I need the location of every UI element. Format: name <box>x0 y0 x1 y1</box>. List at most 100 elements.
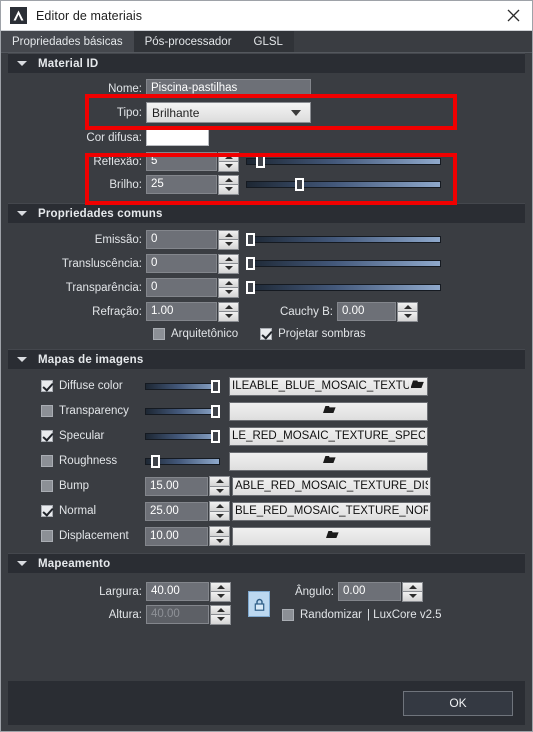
transparency-checkbox[interactable] <box>41 405 53 417</box>
arquitetonico-checkbox[interactable] <box>153 328 165 340</box>
diffuse-color-path-button[interactable]: ILEABLE_BLUE_MOSAIC_TEXTURE.jpg <box>229 376 428 396</box>
stepper-up-icon[interactable] <box>218 174 239 185</box>
slider-thumb[interactable] <box>211 404 220 418</box>
slider-thumb[interactable] <box>246 233 255 246</box>
bump-checkbox[interactable] <box>41 480 53 492</box>
stepper-up-icon[interactable] <box>218 151 239 162</box>
transparency-path-button[interactable] <box>229 401 428 421</box>
tipo-dropdown[interactable]: Brilhante <box>146 102 311 123</box>
specular-path-button[interactable]: LE_RED_MOSAIC_TEXTURE_SPECULAR.j <box>229 426 428 446</box>
stepper-down-icon[interactable] <box>218 240 239 250</box>
transparency-slider[interactable] <box>145 404 220 418</box>
transluscencia-slider[interactable] <box>246 257 441 270</box>
stepper-down-icon[interactable] <box>210 615 231 625</box>
nome-input[interactable]: Piscina-pastilhas <box>146 79 311 98</box>
stepper-down-icon[interactable] <box>402 592 423 602</box>
ok-button[interactable]: OK <box>403 690 513 716</box>
slider-thumb[interactable] <box>255 155 265 168</box>
section-header-mapeamento[interactable]: Mapeamento <box>8 553 525 573</box>
stepper-down-icon[interactable] <box>209 511 230 521</box>
stepper-down-icon[interactable] <box>397 312 418 322</box>
stepper-up-icon[interactable] <box>218 229 239 240</box>
brilho-stepper[interactable] <box>218 174 239 195</box>
stepper-down-icon[interactable] <box>210 592 231 602</box>
slider-thumb[interactable] <box>211 379 220 393</box>
stepper-down-icon[interactable] <box>209 486 230 496</box>
roughness-checkbox[interactable] <box>41 455 53 467</box>
tab-glsl[interactable]: GLSL <box>242 31 294 52</box>
displacement-input[interactable]: 10.00 <box>145 526 208 546</box>
stepper-up-icon[interactable] <box>402 581 423 592</box>
diffuse-color-checkbox[interactable] <box>41 380 53 392</box>
stepper-up-icon[interactable] <box>218 277 239 288</box>
stepper-up-icon[interactable] <box>209 526 230 537</box>
cor-difusa-swatch[interactable] <box>146 129 209 146</box>
angulo-input[interactable]: 0.00 <box>338 582 401 601</box>
collapse-caret-icon[interactable] <box>17 357 27 362</box>
randomizar-checkbox[interactable] <box>282 609 294 621</box>
stepper-up-icon[interactable] <box>210 604 231 615</box>
stepper-down-icon[interactable] <box>218 312 239 322</box>
collapse-caret-icon[interactable] <box>17 61 27 66</box>
section-header-material-id[interactable]: Material ID <box>8 53 525 73</box>
transluscencia-input[interactable]: 0 <box>146 254 217 273</box>
slider-thumb[interactable] <box>211 429 220 443</box>
emissao-slider[interactable] <box>246 233 441 246</box>
displacement-path-button[interactable] <box>232 526 431 546</box>
section-header-propriedades-comuns[interactable]: Propriedades comuns <box>8 203 525 223</box>
bump-path-button[interactable]: ABLE_RED_MOSAIC_TEXTURE_DISP.jpg <box>232 476 431 496</box>
normal-stepper[interactable] <box>209 501 230 521</box>
stepper-down-icon[interactable] <box>218 264 239 274</box>
refracao-input[interactable]: 1.00 <box>146 302 217 321</box>
collapse-caret-icon[interactable] <box>17 211 27 216</box>
stepper-up-icon[interactable] <box>218 253 239 264</box>
stepper-up-icon[interactable] <box>209 501 230 512</box>
stepper-up-icon[interactable] <box>218 301 239 312</box>
roughness-slider[interactable] <box>145 454 220 468</box>
projetar-sombras-checkbox[interactable] <box>260 328 273 340</box>
transluscencia-stepper[interactable] <box>218 253 239 274</box>
collapse-caret-icon[interactable] <box>17 561 27 566</box>
normal-path-button[interactable]: BLE_RED_MOSAIC_TEXTURE_NORMAL.jp <box>232 501 431 521</box>
displacement-stepper[interactable] <box>209 526 230 546</box>
reflexao-stepper[interactable] <box>218 151 239 172</box>
roughness-path-button[interactable] <box>229 451 428 471</box>
slider-thumb[interactable] <box>151 454 160 468</box>
largura-stepper[interactable] <box>210 581 231 602</box>
transparencia-slider[interactable] <box>246 281 441 294</box>
displacement-checkbox[interactable] <box>41 530 53 542</box>
reflexao-slider[interactable] <box>246 155 441 168</box>
cauchy-b-input[interactable]: 0.00 <box>337 302 396 321</box>
stepper-down-icon[interactable] <box>218 185 239 195</box>
slider-thumb[interactable] <box>294 178 304 191</box>
normal-input[interactable]: 25.00 <box>145 501 208 521</box>
largura-input[interactable]: 40.00 <box>146 582 209 601</box>
diffuse-color-slider[interactable] <box>145 379 220 393</box>
slider-thumb[interactable] <box>246 257 255 270</box>
specular-slider[interactable] <box>145 429 220 443</box>
brilho-slider[interactable] <box>246 178 441 191</box>
stepper-down-icon[interactable] <box>209 536 230 546</box>
brilho-input[interactable]: 25 <box>146 175 217 194</box>
bump-input[interactable]: 15.00 <box>145 476 208 496</box>
stepper-down-icon[interactable] <box>218 162 239 172</box>
close-icon[interactable] <box>502 5 524 27</box>
emissao-stepper[interactable] <box>218 229 239 250</box>
reflexao-input[interactable]: 5 <box>146 152 217 171</box>
bump-stepper[interactable] <box>209 476 230 496</box>
stepper-down-icon[interactable] <box>218 288 239 298</box>
angulo-stepper[interactable] <box>402 581 423 602</box>
stepper-up-icon[interactable] <box>210 581 231 592</box>
slider-thumb[interactable] <box>246 281 255 294</box>
emissao-input[interactable]: 0 <box>146 230 217 249</box>
refracao-stepper[interactable] <box>218 301 239 322</box>
normal-checkbox[interactable] <box>41 505 53 517</box>
transparencia-stepper[interactable] <box>218 277 239 298</box>
section-header-mapas-de-imagens[interactable]: Mapas de imagens <box>8 349 525 369</box>
tab-pos-processador[interactable]: Pós-processador <box>133 31 243 52</box>
lock-aspect-button[interactable] <box>248 591 270 617</box>
stepper-up-icon[interactable] <box>209 476 230 487</box>
transparencia-input[interactable]: 0 <box>146 278 217 297</box>
tab-propriedades-basicas[interactable]: Propriedades básicas <box>1 31 134 52</box>
altura-stepper[interactable] <box>210 604 231 625</box>
